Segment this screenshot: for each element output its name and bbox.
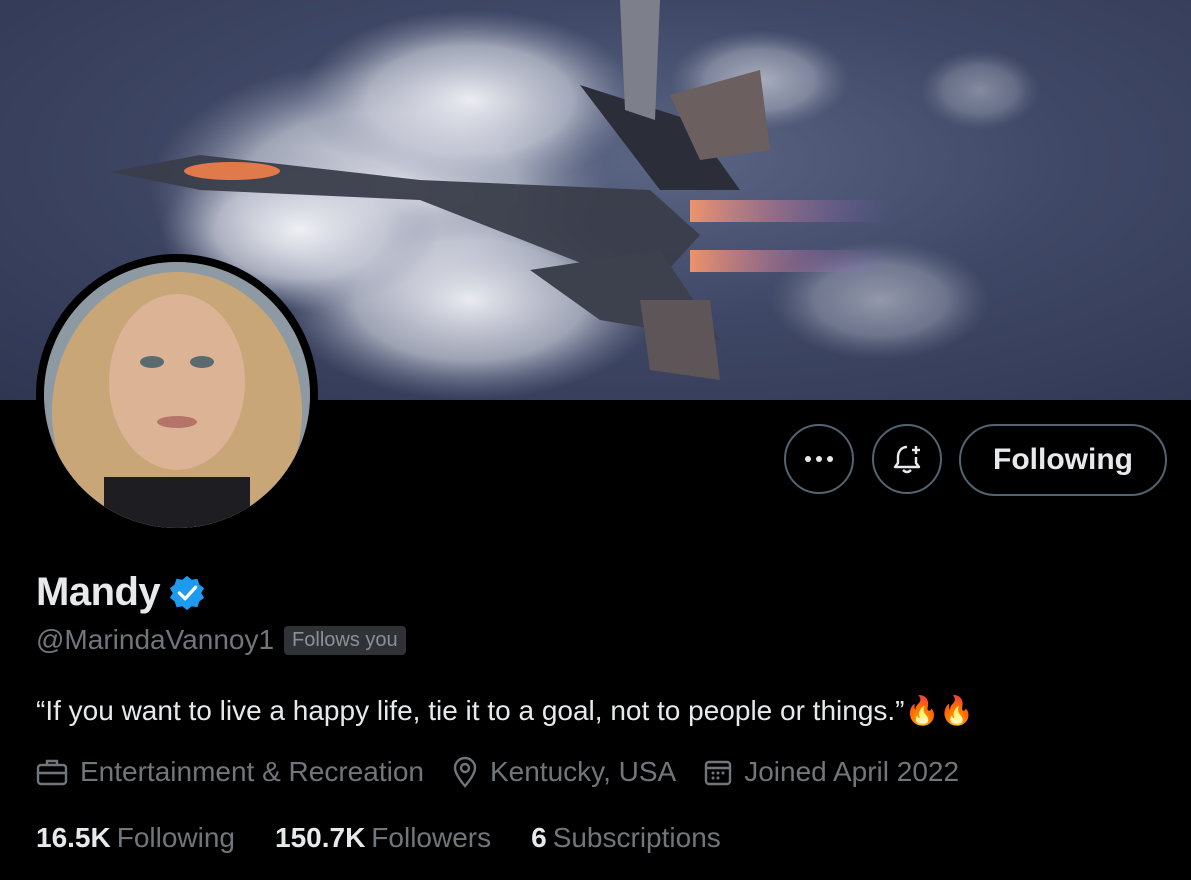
- location-pin-icon: [453, 756, 477, 788]
- verified-badge-icon[interactable]: [168, 574, 206, 612]
- location-label: Kentucky, USA: [489, 756, 677, 787]
- more-horizontal-icon: [805, 456, 833, 462]
- joined-label: Joined April 2022: [744, 756, 960, 787]
- subscriptions-label: Subscriptions: [552, 822, 721, 853]
- subscriptions-stat[interactable]: 6 Subscriptions: [531, 822, 721, 854]
- avatar-photo: [44, 262, 310, 528]
- following-label: Following: [116, 822, 235, 853]
- bio: “If you want to live a happy life, tie i…: [36, 694, 974, 727]
- followers-label: Followers: [371, 822, 492, 853]
- bell-plus-icon: [893, 445, 921, 474]
- more-button[interactable]: [784, 424, 854, 494]
- profile-meta: Entertainment & Recreation Kentucky, USA…: [36, 756, 987, 788]
- location-item: Kentucky, USA: [452, 756, 676, 788]
- handle-row: @MarindaVannoy1 Follows you: [36, 624, 406, 656]
- following-count: 16.5K: [36, 822, 111, 853]
- followers-count: 150.7K: [275, 822, 366, 853]
- name-row: Mandy: [36, 570, 206, 615]
- notify-button[interactable]: [872, 424, 942, 494]
- following-button[interactable]: Following: [959, 424, 1167, 496]
- fire-emoji: 🔥🔥: [904, 695, 975, 726]
- subscriptions-count: 6: [531, 822, 547, 853]
- briefcase-icon: [36, 759, 68, 786]
- joined-item: Joined April 2022: [704, 756, 959, 788]
- following-stat[interactable]: 16.5K Following: [36, 822, 235, 854]
- category-label: Entertainment & Recreation: [80, 756, 424, 787]
- calendar-icon: [705, 760, 732, 786]
- category-item: Entertainment & Recreation: [36, 756, 424, 788]
- avatar[interactable]: [44, 262, 310, 528]
- follows-you-badge: Follows you: [284, 625, 406, 655]
- followers-stat[interactable]: 150.7K Followers: [275, 822, 491, 854]
- stats-row: 16.5K Following 150.7K Followers 6 Subscrip…: [36, 822, 761, 854]
- handle: @MarindaVannoy1: [36, 624, 275, 655]
- display-name: Mandy: [36, 570, 161, 614]
- bio-text: “If you want to live a happy life, tie i…: [36, 695, 905, 726]
